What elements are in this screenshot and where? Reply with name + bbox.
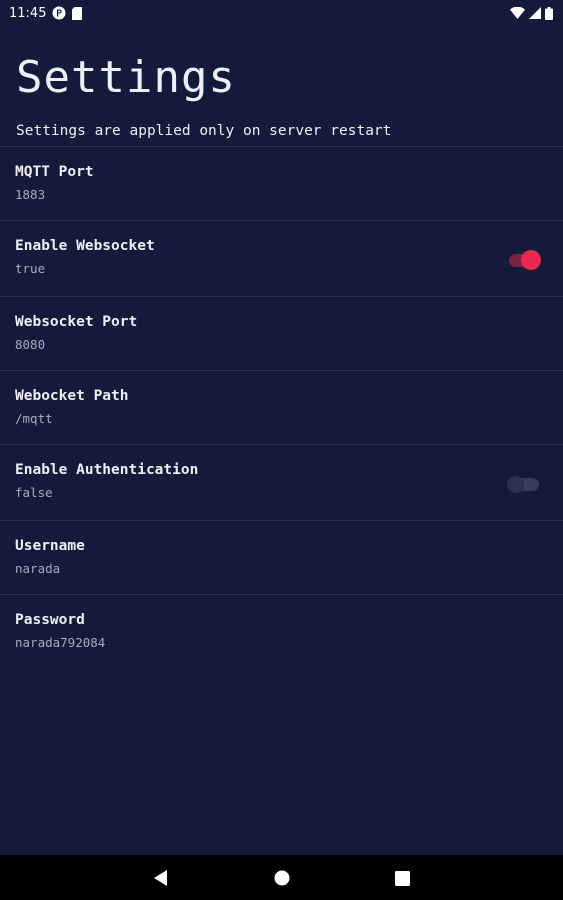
setting-value: narada792084 bbox=[15, 635, 106, 650]
setting-label: MQTT Port bbox=[15, 164, 94, 180]
toggle-thumb bbox=[507, 476, 524, 493]
setting-websocket-path[interactable]: Webocket Path /mqtt bbox=[0, 370, 563, 444]
sim-card-icon bbox=[72, 6, 83, 20]
authentication-toggle-switch[interactable] bbox=[507, 474, 541, 494]
wifi-icon bbox=[510, 7, 525, 19]
setting-mqtt-port[interactable]: MQTT Port 1883 bbox=[0, 146, 563, 220]
settings-list: MQTT Port 1883 Enable Websocket true Web… bbox=[0, 146, 563, 668]
setting-value: false bbox=[15, 485, 53, 500]
navigation-bar bbox=[0, 855, 563, 900]
setting-label: Websocket Port bbox=[15, 314, 138, 330]
status-left: 11:45 bbox=[9, 5, 83, 21]
setting-label: Password bbox=[15, 612, 85, 628]
setting-label: Enable Authentication bbox=[15, 462, 199, 478]
page-subtitle: Settings are applied only on server rest… bbox=[16, 123, 392, 139]
recents-icon[interactable] bbox=[391, 867, 413, 889]
setting-value: true bbox=[15, 261, 46, 276]
setting-value: narada bbox=[15, 561, 61, 576]
setting-value: /mqtt bbox=[15, 411, 53, 426]
toggle-thumb bbox=[521, 250, 541, 270]
setting-websocket-port[interactable]: Websocket Port 8080 bbox=[0, 296, 563, 370]
notification-p-icon bbox=[52, 6, 66, 20]
home-icon[interactable] bbox=[271, 867, 293, 889]
setting-username[interactable]: Username narada bbox=[0, 520, 563, 594]
setting-value: 1883 bbox=[15, 187, 46, 202]
status-right bbox=[510, 6, 553, 20]
back-icon[interactable] bbox=[150, 867, 172, 889]
battery-icon bbox=[545, 6, 553, 20]
page-title: Settings bbox=[16, 52, 236, 103]
setting-label: Enable Websocket bbox=[15, 238, 155, 254]
setting-label: Webocket Path bbox=[15, 388, 129, 404]
setting-enable-websocket[interactable]: Enable Websocket true bbox=[0, 220, 563, 296]
cellular-signal-icon bbox=[529, 7, 541, 19]
setting-enable-authentication[interactable]: Enable Authentication false bbox=[0, 444, 563, 520]
status-bar: 11:45 bbox=[0, 0, 563, 26]
setting-password[interactable]: Password narada792084 bbox=[0, 594, 563, 668]
setting-value: 8080 bbox=[15, 337, 46, 352]
status-time: 11:45 bbox=[9, 5, 47, 21]
websocket-toggle-switch[interactable] bbox=[507, 250, 541, 270]
setting-label: Username bbox=[15, 538, 85, 554]
